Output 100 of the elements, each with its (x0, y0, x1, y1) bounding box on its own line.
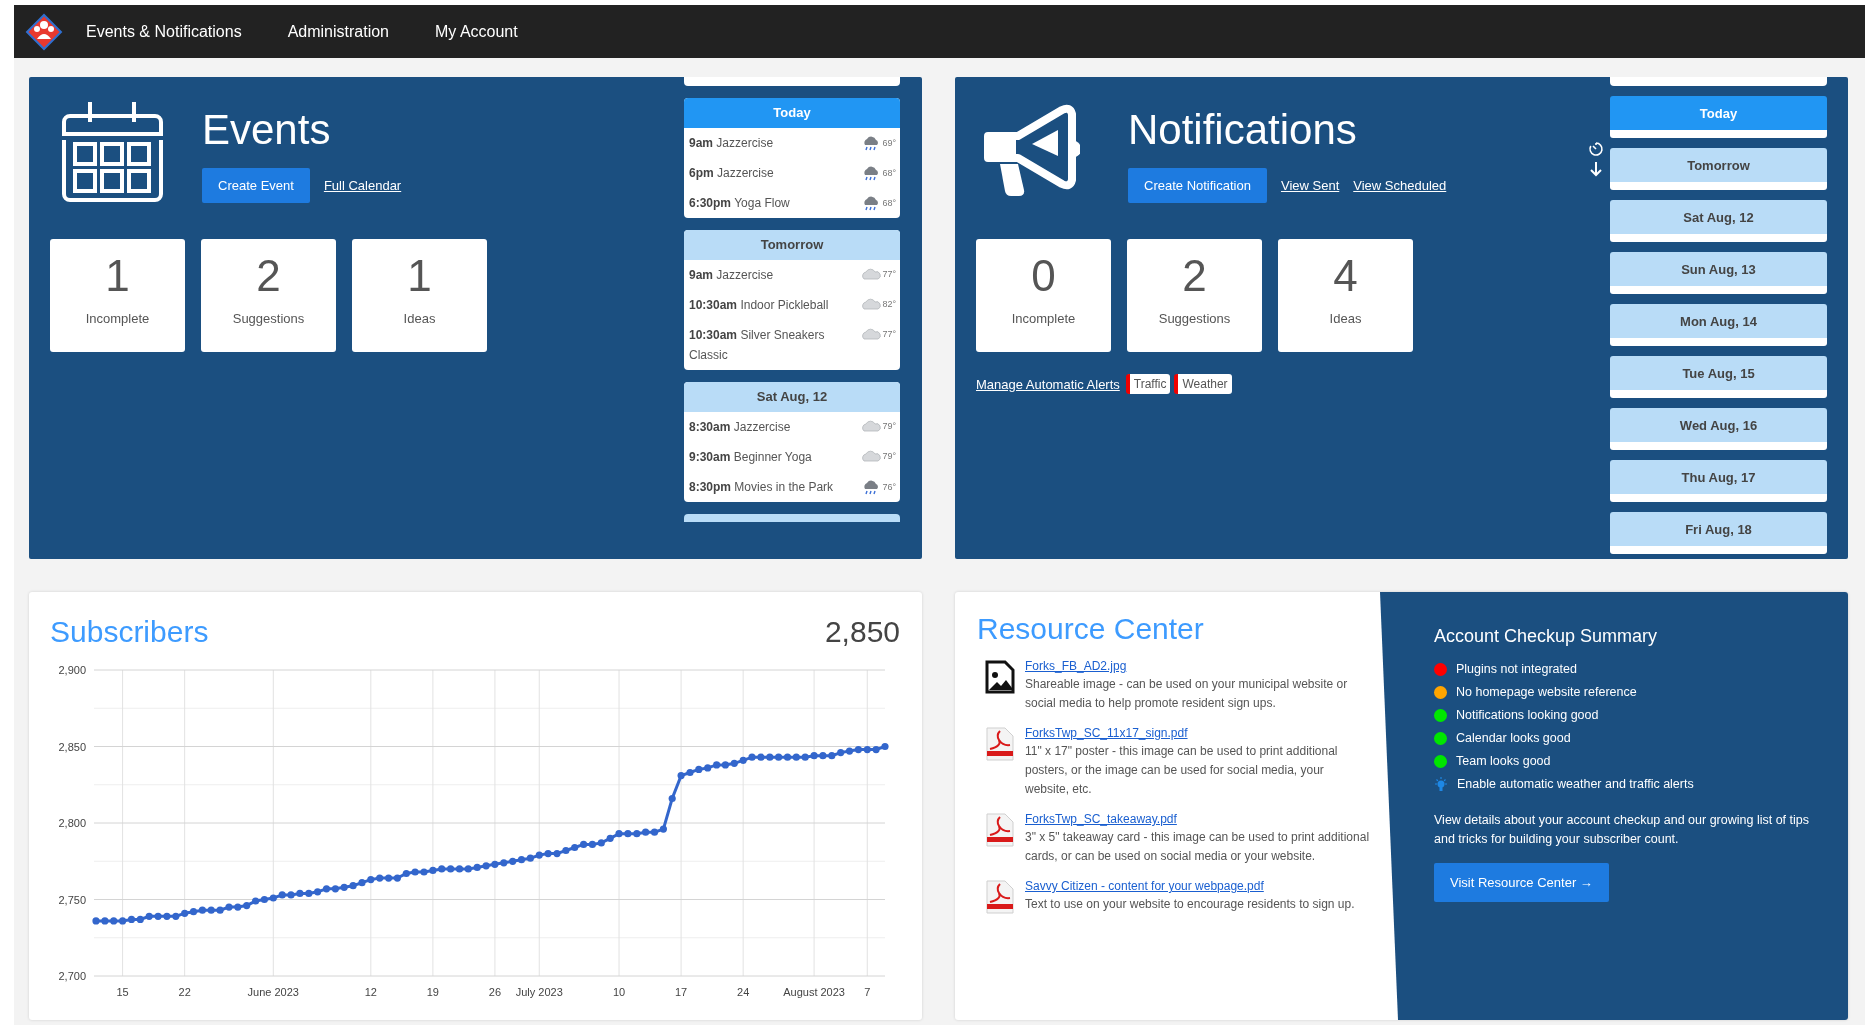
alert-tag[interactable]: Weather (1174, 374, 1232, 394)
day-header[interactable]: Tomorrow (684, 230, 900, 260)
full-calendar-link[interactable]: Full Calendar (323, 178, 402, 193)
axis-label: 2,700 (58, 970, 86, 982)
temperature: 79° (882, 451, 896, 461)
day-button[interactable]: Tue Aug, 15 (1610, 356, 1827, 398)
lightbulb-icon (1434, 776, 1448, 793)
stat-value: 1 (407, 253, 432, 299)
temperature: 77° (882, 269, 896, 279)
stat-value: 4 (1333, 253, 1358, 299)
cloud-icon (861, 267, 882, 281)
temperature: 76° (882, 482, 896, 492)
create-event-button[interactable]: Create Event (202, 168, 310, 203)
stat-label: Incomplete (85, 311, 150, 326)
file-description: 3" x 5" takeaway card - this image can be used to print additional cards, or can be used on social media or your website. (1025, 829, 1370, 865)
stat-card[interactable]: 2 Suggestions (201, 239, 336, 352)
stat-card[interactable]: 4 Ideas (1278, 239, 1413, 352)
file-link[interactable]: Forks_FB_AD2.jpg (1025, 659, 1127, 673)
day-button[interactable]: Wed Aug, 16 (1610, 408, 1827, 450)
event-text[interactable]: 9am Jazzercise (689, 265, 849, 285)
day-button[interactable]: Sun Aug, 13 (1610, 252, 1827, 294)
stat-label: Ideas (1329, 311, 1362, 326)
axis-label: July 2023 (515, 986, 563, 998)
temperature: 69° (882, 138, 896, 148)
stat-card[interactable]: 2 Suggestions (1127, 239, 1262, 352)
event-text[interactable]: 10:30am Silver Sneakers Classic (689, 325, 849, 365)
event-text[interactable]: 9am Jazzercise (689, 133, 849, 153)
checkup-item: No homepage website reference (1456, 684, 1637, 701)
axis-label: August 2023 (783, 986, 845, 998)
view-link[interactable]: View Sent (1280, 178, 1340, 193)
stat-label: Suggestions (232, 311, 305, 326)
axis-label: 2,850 (58, 740, 86, 753)
event-text[interactable]: 8:30am Jazzercise (689, 417, 849, 437)
data-point (668, 794, 676, 803)
create-notification-button[interactable]: Create Notification (1128, 168, 1267, 203)
timer-icon[interactable] (1588, 141, 1604, 157)
day-button[interactable]: Fri Aug, 18 (1610, 512, 1827, 554)
down-arrow-icon[interactable] (1589, 161, 1603, 177)
event-text[interactable]: 10:30am Indoor Pickleball (689, 295, 849, 315)
checkup-item: Team looks good (1456, 753, 1551, 770)
temperature: 68° (882, 168, 896, 178)
day-button[interactable]: Tomorrow (1610, 148, 1827, 190)
pdf-file-icon (985, 813, 1015, 847)
checkup-item: Notifications looking good (1456, 707, 1599, 724)
cloud-icon (861, 327, 882, 341)
axis-label: 2,750 (58, 893, 86, 906)
stat-label: Suggestions (1158, 311, 1231, 326)
nav-link[interactable]: Administration (287, 22, 389, 41)
card-title: Subscribers (50, 615, 209, 649)
file-description: Text to use on your website to encourage residents to sign up. (1025, 896, 1356, 913)
stat-card[interactable]: 0 Incomplete (976, 239, 1111, 352)
cloud-icon (861, 419, 882, 433)
event-text[interactable]: 9:30am Beginner Yoga (689, 447, 849, 467)
axis-label: 2,900 (58, 664, 86, 676)
checkup-item: Enable automatic weather and traffic alerts (1457, 776, 1694, 793)
event-text[interactable]: 6:30pm Yoga Flow (689, 193, 849, 213)
temperature: 77° (882, 329, 896, 339)
axis-label: 22 (178, 986, 191, 998)
axis-label: 2,800 (58, 817, 86, 829)
file-description: 11" x 17" poster - this image can be used to print additional posters, or the image can be used for social media, your website, etc. (1025, 743, 1339, 798)
day-button[interactable]: Thu Aug, 17 (1610, 460, 1827, 502)
day-header[interactable]: Sat Aug, 12 (684, 382, 900, 412)
checkup-item: Calendar looks good (1456, 730, 1571, 747)
day-button[interactable]: Sat Aug, 12 (1610, 200, 1827, 242)
stat-card[interactable]: 1 Incomplete (50, 239, 185, 352)
temperature: 68° (882, 198, 896, 208)
visit-resource-center-button[interactable]: Visit Resource Center → (1434, 863, 1609, 902)
event-text[interactable]: 8:30pm Movies in the Park (689, 477, 849, 497)
axis-label: 10 (612, 986, 626, 998)
manage-alerts-link[interactable]: Manage Automatic Alerts (976, 376, 1120, 392)
pdf-file-icon (985, 727, 1015, 761)
axis-label: 26 (488, 986, 502, 998)
card-title: Resource Center (977, 612, 1205, 646)
file-link[interactable]: ForksTwp_SC_11x17_sign.pdf (1025, 726, 1188, 740)
axis-label: 15 (116, 986, 129, 998)
temperature: 82° (882, 299, 896, 309)
stat-value: 0 (1031, 253, 1056, 299)
file-link[interactable]: ForksTwp_SC_takeaway.pdf (1025, 812, 1177, 826)
stat-value: 2 (256, 253, 281, 299)
day-button[interactable]: Mon Aug, 14 (1610, 304, 1827, 346)
cloud-icon (861, 449, 882, 463)
panel-title: Notifications (1128, 105, 1358, 155)
checkup-item: Plugins not integrated (1456, 661, 1577, 678)
alert-tag[interactable]: Traffic (1125, 374, 1171, 394)
checkup-title: Account Checkup Summary (1434, 626, 1659, 647)
file-description: Shareable image - can be used on your municipal website or social media to help promote resident sign ups. (1025, 676, 1349, 712)
stat-value: 1 (105, 253, 130, 299)
nav-link[interactable]: My Account (435, 22, 518, 41)
stat-label: Ideas (403, 311, 436, 326)
stat-card[interactable]: 1 Ideas (352, 239, 487, 352)
subscriber-total: 2,850 (824, 615, 900, 649)
nav-link[interactable]: Events & Notifications (86, 22, 242, 41)
event-text[interactable]: 6pm Jazzercise (689, 163, 849, 183)
pdf-file-icon (985, 880, 1015, 914)
axis-label: 24 (737, 986, 750, 998)
cloud-icon (861, 297, 882, 311)
checkup-description: View details about your account checkup and our growing list of tips and tricks for building your subscriber count. (1434, 812, 1810, 848)
file-link[interactable]: Savvy Citizen - content for your webpage.pdf (1025, 879, 1264, 893)
view-link[interactable]: View Scheduled (1353, 178, 1447, 193)
axis-label: 7 (864, 986, 871, 998)
